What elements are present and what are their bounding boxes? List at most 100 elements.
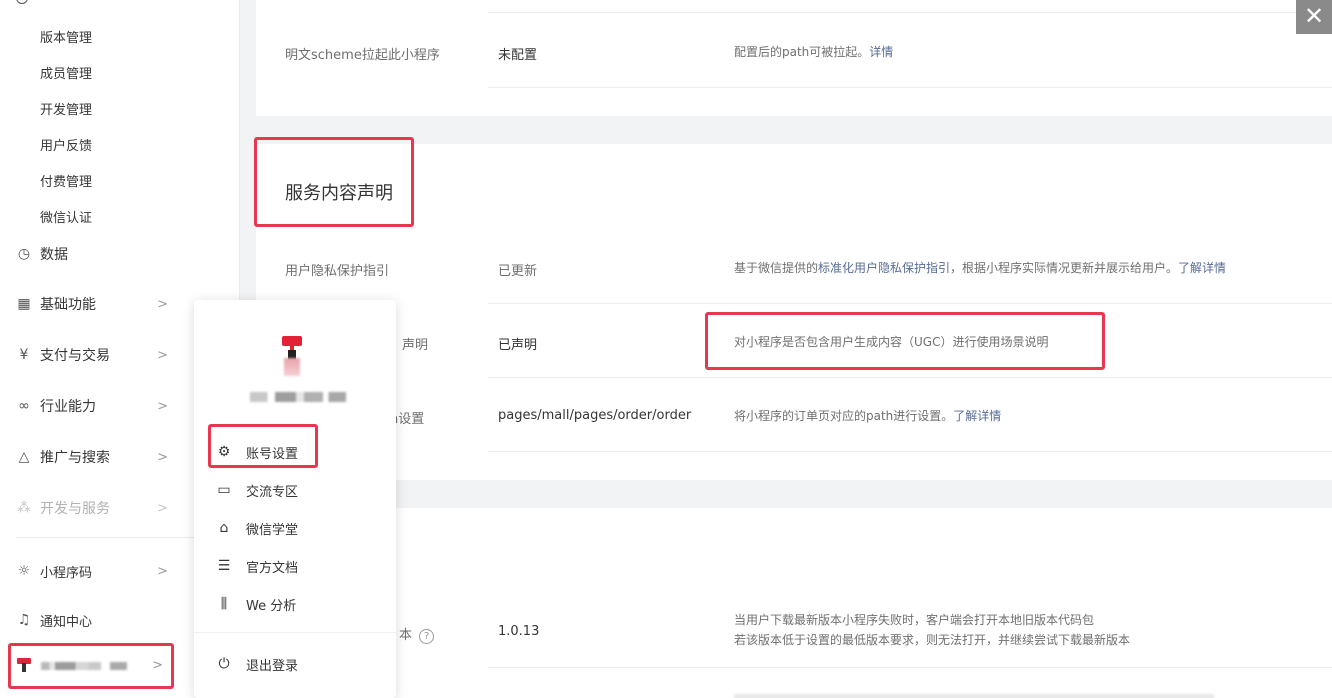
sidebar-item-members[interactable]: 成员管理 (40, 63, 92, 82)
sidebar-item-notify[interactable]: ♫ 通知中心 (16, 605, 216, 635)
scheme-desc-text: 配置后的path可被拉起。 (734, 45, 870, 59)
highlight-title-box (254, 137, 414, 227)
chevron-right-icon: > (157, 347, 168, 363)
chevron-right-icon: > (157, 500, 168, 516)
document-icon: ☰ (217, 558, 231, 574)
avatar (17, 658, 31, 672)
privacy-value: 已更新 (498, 264, 538, 279)
cone-icon: △ (18, 449, 30, 465)
highlight-ugc-desc-box (705, 312, 1105, 370)
popup-divider (194, 632, 396, 633)
account-name-blurred (41, 662, 127, 670)
sidebar-item-label: 推广与搜索 (40, 450, 110, 466)
path-desc-text: 将小程序的订单页对应的path进行设置。 (734, 409, 954, 423)
highlight-account-settings-box (208, 424, 318, 468)
sidebar-item-label: 基础功能 (40, 297, 96, 313)
we-analytics-item[interactable]: ⫼ We 分析 (216, 592, 296, 616)
account-popup: ⚙ 账号设置 ▭ 交流专区 ⌂ 微信学堂 ☰ 官方文档 ⫼ We 分析 ⏻ 退出… (194, 300, 396, 698)
privacy-label: 用户隐私保护指引 (285, 264, 390, 279)
row-divider (488, 87, 1332, 88)
ugc-label-partial: 声明 (402, 338, 429, 353)
chevron-right-icon: > (157, 563, 168, 579)
sidebar-item-basic[interactable]: ▦ 基础功能 > (16, 289, 216, 319)
path-detail-link[interactable]: 了解详情 (953, 409, 1001, 423)
logout-item[interactable]: ⏻ 退出登录 (216, 652, 298, 676)
sidebar-item-promotion[interactable]: △ 推广与搜索 > (16, 442, 216, 472)
scheme-value: 未配置 (498, 48, 538, 63)
version-card: 本 ? 1.0.13 当用户下载最新版本小程序失败时，客户端会打开本地旧版本代码… (256, 508, 1332, 698)
row-divider (488, 667, 1332, 668)
sidebar-item-pay[interactable]: ¥ 支付与交易 > (16, 340, 216, 370)
version-desc-line1: 当用户下载最新版本小程序失败时，客户端会打开本地旧版本代码包 (734, 613, 1095, 627)
scheme-card: 明文scheme拉起此小程序 未配置 配置后的path可被拉起。详情 (256, 0, 1332, 116)
official-docs-label: 官方文档 (246, 560, 299, 576)
chat-icon: ▭ (217, 482, 231, 498)
version-label-text: 本 (399, 628, 413, 643)
row-divider (488, 451, 1332, 452)
grid-icon: ▦ (17, 296, 31, 312)
sidebar-item-dev[interactable]: 开发管理 (40, 99, 92, 118)
sidebar-divider (16, 537, 216, 538)
sidebar-item-payment[interactable]: 付费管理 (40, 171, 92, 190)
scheme-desc: 配置后的path可被拉起。详情 (734, 42, 893, 62)
wechat-academy-label: 微信学堂 (246, 522, 299, 538)
scheme-detail-link[interactable]: 详情 (869, 45, 893, 59)
popup-account-name-blurred (250, 392, 346, 402)
version-desc-line2: 若该版本低于设置的最低版本要求，则无法打开，并继续尝试下载最新版本 (734, 633, 1131, 647)
version-desc: 当用户下载最新版本小程序失败时，客户端会打开本地旧版本代码包 若该版本低于设置的… (734, 610, 1130, 650)
analytics-icon: ⫼ (220, 596, 228, 612)
wechat-academy-item[interactable]: ⌂ 微信学堂 (216, 516, 298, 540)
sidebar-item-label: 行业能力 (40, 399, 96, 415)
sidebar-item-data[interactable]: ◷ 数据 (16, 239, 216, 269)
privacy-detail-link[interactable]: 了解详情 (1178, 261, 1226, 275)
sidebar-item-dev-service[interactable]: ⁂ 开发与服务 > (16, 493, 216, 523)
logout-label: 退出登录 (246, 658, 299, 674)
sidebar-item-label: 支付与交易 (40, 348, 110, 364)
sidebar-item-version[interactable]: 版本管理 (40, 27, 92, 46)
we-analytics-label: We 分析 (246, 598, 297, 614)
sidebar-item-label: 数据 (40, 247, 68, 263)
chevron-right-icon: > (157, 449, 168, 465)
official-docs-item[interactable]: ☰ 官方文档 (216, 554, 298, 578)
privacy-desc: 基于微信提供的标准化用户隐私保护指引，根据小程序实际情况更新并展示给用户。了解详… (734, 258, 1226, 278)
privacy-desc-prefix: 基于微信提供的 (734, 261, 819, 275)
card-top-divider (488, 12, 1332, 13)
sidebar-item-feedback[interactable]: 用户反馈 (40, 135, 92, 154)
nodes-icon: ∞ (18, 398, 30, 414)
sidebar-item-certification[interactable]: 微信认证 (40, 207, 92, 226)
sidebar-item-industry[interactable]: ∞ 行业能力 > (16, 391, 216, 421)
privacy-row: 用户隐私保护指引 已更新 基于微信提供的标准化用户隐私保护指引，根据小程序实际情… (256, 230, 1332, 304)
sidebar-top-partial-item (16, 0, 46, 4)
help-icon[interactable]: ? (419, 629, 435, 644)
yen-circle-icon: ¥ (19, 347, 29, 363)
scheme-row: 明文scheme拉起此小程序 未配置 配置后的path可被拉起。详情 (256, 14, 1332, 88)
cluster-icon: ⁂ (17, 500, 31, 516)
path-row: h设置 pages/mall/pages/order/order 将小程序的订单… (256, 378, 1332, 452)
power-icon: ⏻ (218, 656, 230, 672)
version-label-partial: 本 ? (399, 624, 435, 644)
sidebar-item-label: 开发与服务 (40, 501, 110, 517)
sidebar-account-row[interactable]: > (8, 643, 174, 689)
bell-icon: ♫ (17, 612, 31, 628)
sidebar-item-qrcode[interactable]: ☼ 小程序码 > (16, 556, 216, 586)
community-label: 交流专区 (246, 484, 299, 500)
sidebar-item-label: 小程序码 (40, 565, 93, 581)
chevron-right-icon: > (152, 658, 163, 673)
chevron-right-icon: > (157, 296, 168, 312)
close-button[interactable]: ✕ (1296, 0, 1332, 34)
version-value: 1.0.13 (498, 624, 540, 639)
next-row-blurred-text (734, 694, 1214, 698)
community-item[interactable]: ▭ 交流专区 (216, 478, 298, 502)
sidebar-item-label: 通知中心 (40, 614, 93, 630)
clock-icon: ◷ (17, 246, 31, 262)
privacy-guide-link[interactable]: 标准化用户隐私保护指引 (818, 261, 950, 275)
min-version-row: 本 ? 1.0.13 当用户下载最新版本小程序失败时，客户端会打开本地旧版本代码… (256, 594, 1332, 668)
path-desc: 将小程序的订单页对应的path进行设置。了解详情 (734, 406, 1001, 426)
sun-icon: ☼ (17, 563, 31, 579)
path-value: pages/mall/pages/order/order (498, 408, 692, 423)
chevron-right-icon: > (157, 398, 168, 414)
popup-avatar (280, 336, 304, 376)
ugc-value: 已声明 (498, 338, 538, 353)
privacy-desc-suffix: ，根据小程序实际情况更新并展示给用户。 (950, 261, 1179, 275)
graduation-cap-icon: ⌂ (219, 520, 229, 536)
